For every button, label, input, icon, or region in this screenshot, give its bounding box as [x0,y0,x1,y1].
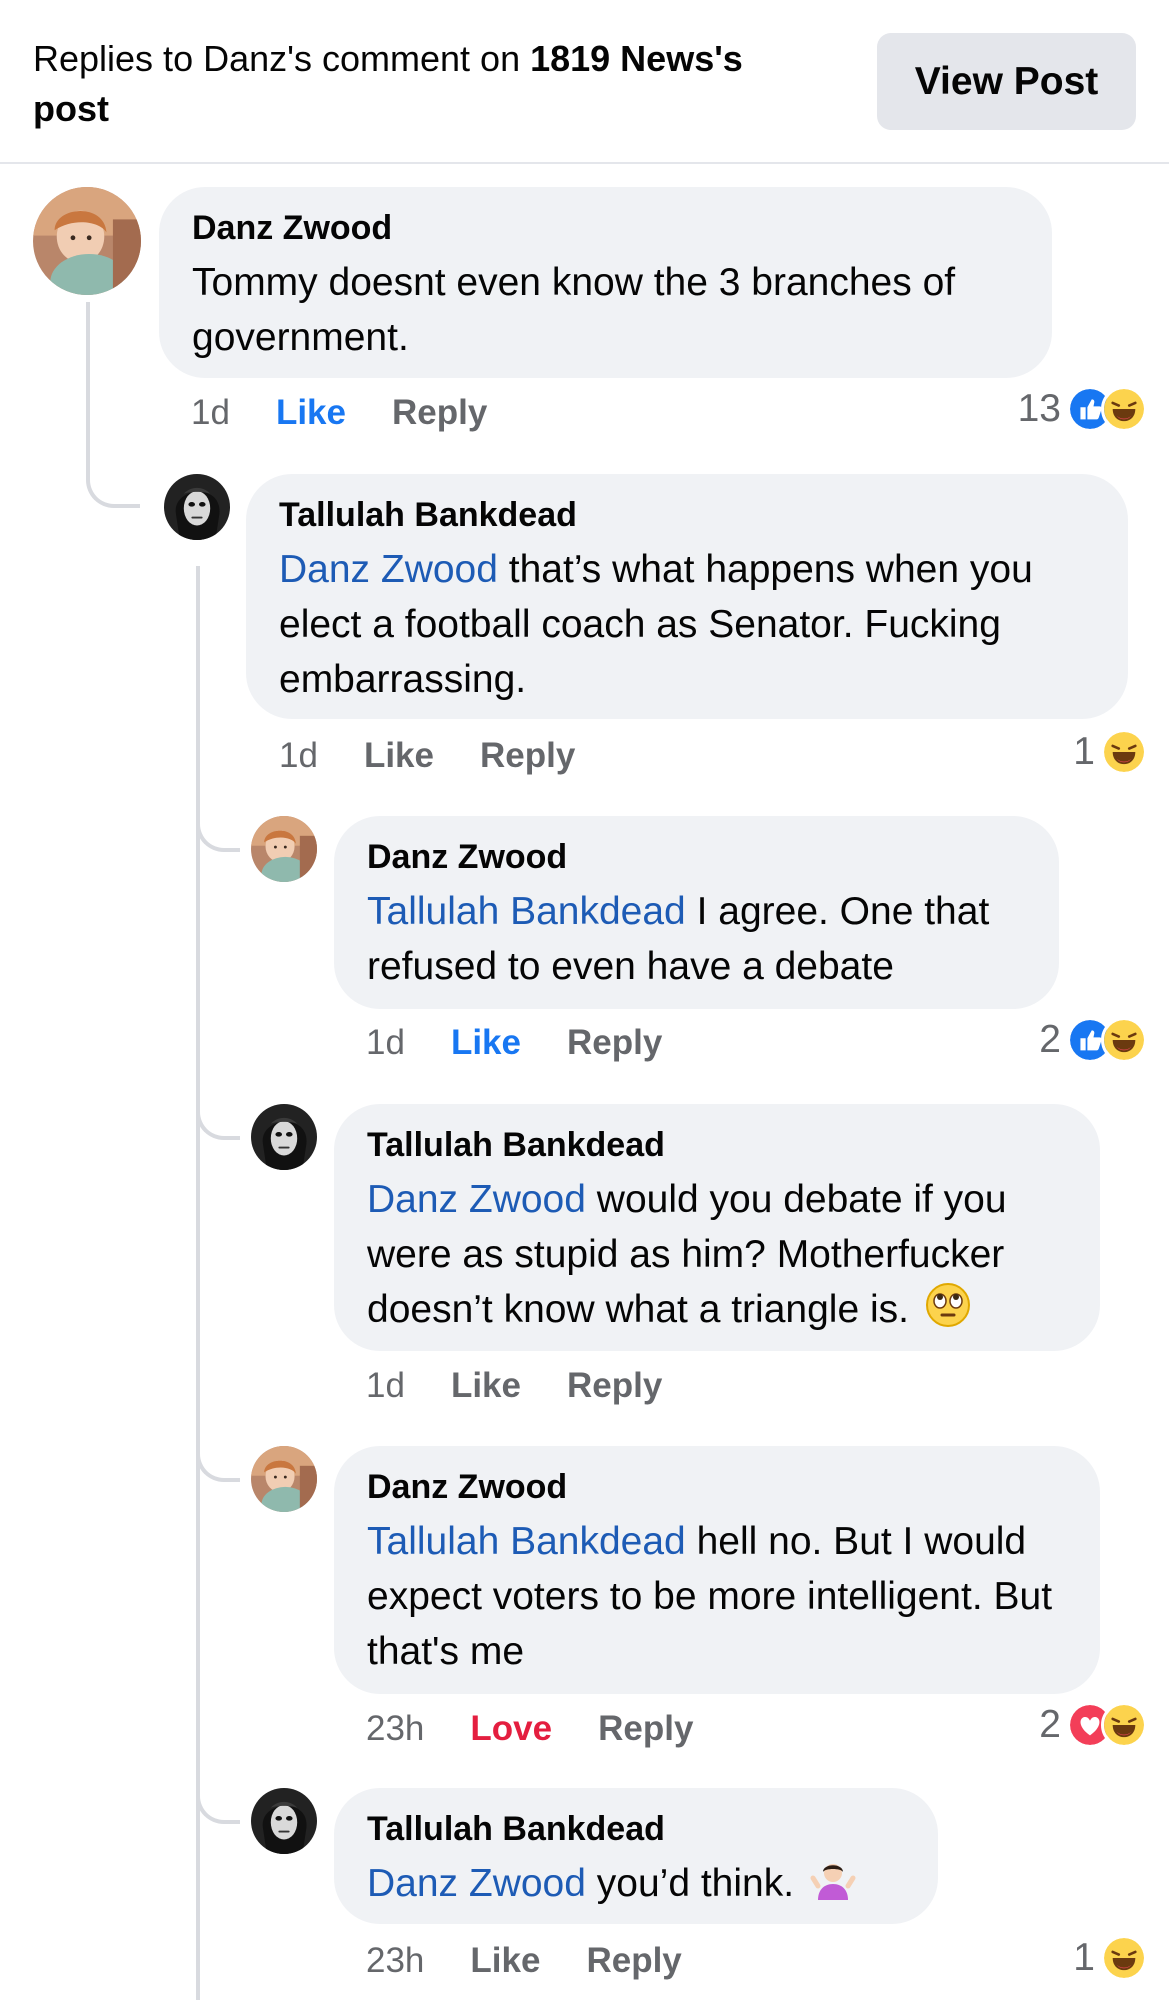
comment-actions: 23h Love Reply [366,1706,739,1752]
thread-connector [196,1098,240,1140]
haha-icon [1101,1935,1147,1981]
comment-text: Danz Zwood that’s what happens when you … [279,542,1094,707]
comment-author[interactable]: Tallulah Bankdead [279,494,1094,536]
comment-body: you’d think. [585,1862,795,1905]
comment-actions: 1d Like Reply [279,733,621,779]
header-prefix: Replies to Danz's comment on [33,38,531,79]
reaction-summary[interactable]: 13 [1018,386,1147,432]
reaction-summary[interactable]: 1 [1073,729,1147,775]
like-button[interactable]: Like [470,1941,540,1981]
mention-link[interactable]: Tallulah Bankdead [367,890,686,933]
header-post-word: post [33,88,109,129]
comment-author[interactable]: Tallulah Bankdead [367,1124,1066,1166]
avatar-danz-zwood[interactable] [251,816,317,882]
comment-text: Tallulah Bankdead hell no. But I would e… [367,1514,1066,1679]
comment-time[interactable]: 1d [191,393,230,433]
comment-bubble: Danz Zwood Tallulah Bankdead I agree. On… [334,816,1059,1009]
comment-author[interactable]: Tallulah Bankdead [367,1808,904,1850]
comment-bubble: Danz Zwood Tommy doesnt even know the 3 … [159,187,1052,378]
header-page-name[interactable]: 1819 News [530,38,714,79]
comment-actions: 1d Like Reply [366,1020,708,1066]
view-post-button[interactable]: View Post [877,33,1136,130]
reaction-count: 2 [1039,1703,1061,1746]
reply-button[interactable]: Reply [598,1709,693,1749]
mention-link[interactable]: Tallulah Bankdead [367,1520,686,1563]
like-button[interactable]: Like [364,736,434,776]
comment-text: Tommy doesnt even know the 3 branches of… [192,261,956,359]
reaction-count: 1 [1073,730,1095,773]
avatar-tallulah-bankdead[interactable] [164,474,230,540]
thread-connector [196,1440,240,1482]
comment-time[interactable]: 1d [366,1366,405,1406]
reaction-summary[interactable]: 2 [1039,1017,1147,1063]
like-button[interactable]: Like [276,393,346,433]
comment-text: Tallulah Bankdead I agree. One that refu… [367,884,1025,994]
reaction-summary[interactable]: 1 [1073,1935,1147,1981]
haha-icon [1101,1017,1147,1063]
thread-connector [86,302,140,508]
reply-button[interactable]: Reply [480,736,575,776]
comment-actions: 1d Like Reply [191,390,533,436]
reply-button[interactable]: Reply [586,1941,681,1981]
like-button[interactable]: Like [451,1023,521,1063]
reply-button[interactable]: Reply [567,1023,662,1063]
header-title: Replies to Danz's comment on 1819 News's… [33,34,823,134]
comment-author[interactable]: Danz Zwood [367,836,1025,878]
avatar-danz-zwood[interactable] [33,187,141,295]
comment-bubble: Tallulah Bankdead Danz Zwood would you d… [334,1104,1100,1351]
comment-author[interactable]: Danz Zwood [367,1466,1066,1508]
shrug-emoji [810,1856,856,1902]
mention-link[interactable]: Danz Zwood [367,1178,586,1221]
comment-actions: 23h Like Reply [366,1938,728,1984]
avatar-tallulah-bankdead[interactable] [251,1788,317,1854]
avatar-tallulah-bankdead[interactable] [251,1104,317,1170]
comment-bubble: Danz Zwood Tallulah Bankdead hell no. Bu… [334,1446,1100,1694]
comment-time[interactable]: 23h [366,1941,424,1981]
reaction-count: 2 [1039,1018,1061,1061]
eye-roll-emoji [925,1282,971,1328]
comment-time[interactable]: 23h [366,1709,424,1749]
love-button[interactable]: Love [470,1709,552,1749]
like-button[interactable]: Like [451,1366,521,1406]
thread-connector [196,810,240,852]
reply-button[interactable]: Reply [392,393,487,433]
replies-header: Replies to Danz's comment on 1819 News's… [0,0,1169,164]
comment-bubble: Tallulah Bankdead Danz Zwood you’d think… [334,1788,938,1924]
comment-text: Danz Zwood would you debate if you were … [367,1172,1066,1337]
comment-bubble: Tallulah Bankdead Danz Zwood that’s what… [246,474,1128,719]
haha-icon [1101,1702,1147,1748]
avatar-danz-zwood[interactable] [251,1446,317,1512]
header-suffix: 's [714,38,743,79]
reaction-count: 13 [1017,387,1061,430]
reaction-count: 1 [1073,1936,1095,1979]
haha-icon [1101,386,1147,432]
mention-link[interactable]: Danz Zwood [367,1862,586,1905]
mention-link[interactable]: Danz Zwood [279,548,498,591]
comment-time[interactable]: 1d [279,736,318,776]
thread-connector [196,1782,240,1824]
comment-text: Danz Zwood you’d think. [367,1856,904,1911]
reply-button[interactable]: Reply [567,1366,662,1406]
comment-time[interactable]: 1d [366,1023,405,1063]
haha-icon [1101,729,1147,775]
comment-actions: 1d Like Reply [366,1363,708,1409]
comment-author[interactable]: Danz Zwood [192,207,1018,249]
reaction-summary[interactable]: 2 [1039,1702,1147,1748]
